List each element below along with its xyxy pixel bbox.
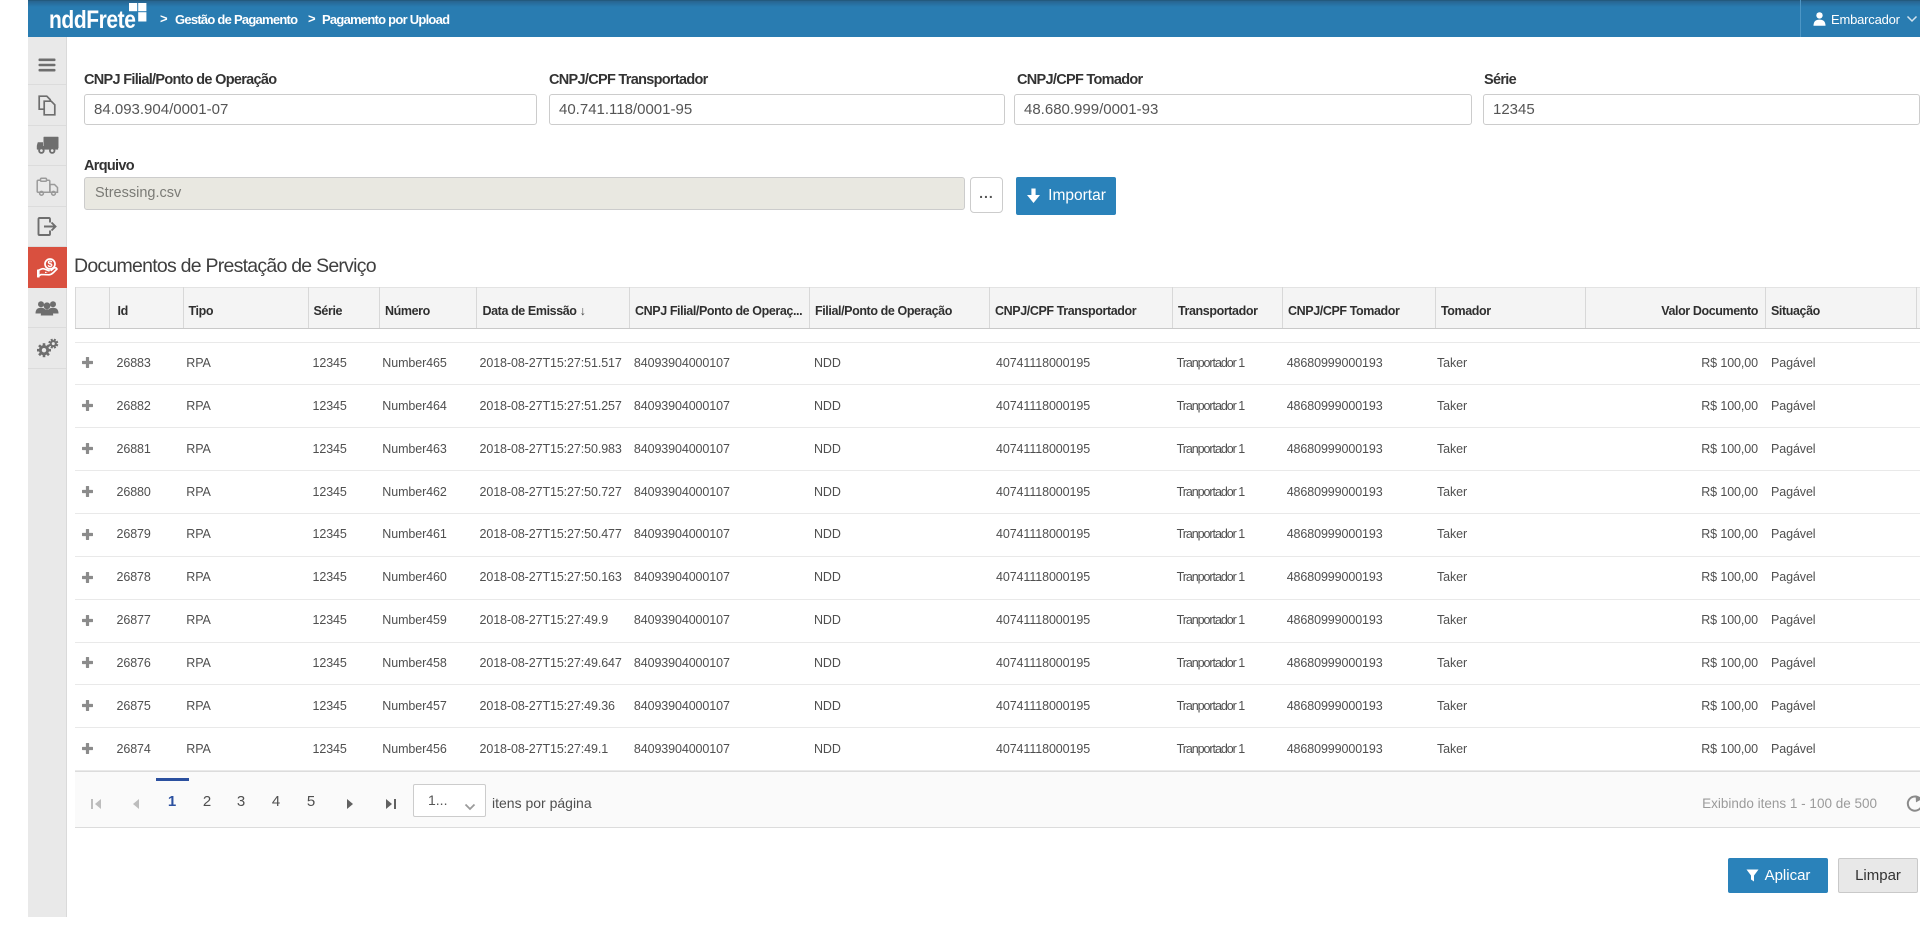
svg-text:$: $ [47, 259, 52, 269]
